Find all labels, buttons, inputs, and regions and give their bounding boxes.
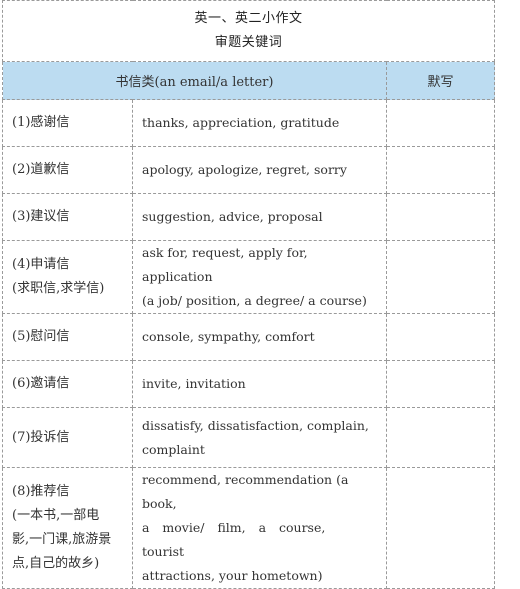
letter-type-text: (3)建议信 <box>12 209 70 224</box>
table-row: (8)推荐信 (一本书,一部电 影,一门课,旅游景 点,自己的故乡) recommend… <box>2 467 496 589</box>
letter-type-cell: (1)感谢信 <box>2 99 133 147</box>
dictation-cell[interactable] <box>385 360 496 408</box>
keywords-cell: dissatisfy, dissatisfaction, complain, co… <box>132 407 387 468</box>
keywords-text: thanks, appreciation, gratitude <box>142 115 340 130</box>
table-row: (5)慰问信 console, sympathy, comfort <box>2 313 496 361</box>
keywords-text: a movie/ film, a course, tourist <box>142 520 326 559</box>
keywords-cell: invite, invitation <box>132 360 387 408</box>
table-row: (1)感谢信 thanks, appreciation, gratitude <box>2 99 496 147</box>
dictation-cell[interactable] <box>385 467 496 589</box>
keyword-table: 英一、英二小作文 审题关键词 书信类(an email/a letter) 默写… <box>1 0 496 589</box>
keywords-cell: console, sympathy, comfort <box>132 313 387 361</box>
dictation-cell[interactable] <box>385 99 496 147</box>
letter-type-text: (7)投诉信 <box>12 429 70 445</box>
letter-type-text: (1)感谢信 <box>12 115 70 130</box>
table-row: (4)申请信 (求职信,求学信) ask for, request, apply f… <box>2 240 496 314</box>
dictation-cell[interactable] <box>385 407 496 468</box>
title-line-2: 审题关键词 <box>214 35 283 50</box>
letter-type-cell: (8)推荐信 (一本书,一部电 影,一门课,旅游景 点,自己的故乡) <box>2 467 133 589</box>
table-title: 英一、英二小作文 审题关键词 <box>1 0 496 62</box>
keywords-cell: ask for, request, apply for, application… <box>132 240 387 314</box>
table-row: (3)建议信 suggestion, advice, proposal <box>2 193 496 241</box>
keywords-text: attractions, your hometown) <box>142 568 323 583</box>
keywords-text: complaint <box>142 441 205 457</box>
table-row: (6)邀请信 invite, invitation <box>2 360 496 408</box>
table-body: (1)感谢信 thanks, appreciation, gratitude (2)… <box>2 99 496 589</box>
letter-type-cell: (7)投诉信 <box>2 407 133 468</box>
keywords-text: recommend, recommendation (a book, <box>142 472 349 511</box>
keywords-cell: thanks, appreciation, gratitude <box>132 99 387 147</box>
category-header: 书信类(an email/a letter) <box>2 61 387 100</box>
letter-type-cell: (4)申请信 (求职信,求学信) <box>2 240 133 314</box>
keywords-text: apology, apologize, regret, sorry <box>142 162 347 177</box>
letter-type-cell: (2)道歉信 <box>2 146 133 194</box>
letter-type-text: 点,自己的故乡) <box>12 556 100 571</box>
worksheet-page: 英一、英二小作文 审题关键词 书信类(an email/a letter) 默写… <box>0 0 520 589</box>
keywords-cell: suggestion, advice, proposal <box>132 193 387 241</box>
keywords-cell: recommend, recommendation (a book, a movi… <box>132 467 387 589</box>
table-row: (2)道歉信 apology, apologize, regret, sorry <box>2 146 496 194</box>
letter-type-text: (2)道歉信 <box>12 162 70 177</box>
letter-type-cell: (3)建议信 <box>2 193 133 241</box>
letter-type-text: (6)邀请信 <box>12 376 70 391</box>
letter-type-text: (求职信,求学信) <box>12 281 105 296</box>
title-line-1: 英一、英二小作文 <box>194 11 303 26</box>
letter-type-cell: (6)邀请信 <box>2 360 133 408</box>
title-row: 英一、英二小作文 审题关键词 <box>1 0 496 62</box>
dictation-cell[interactable] <box>385 193 496 241</box>
letter-type-text: (8)推荐信 <box>12 484 70 499</box>
dictation-cell[interactable] <box>385 240 496 314</box>
letter-type-text: (4)申请信 <box>12 257 70 272</box>
keywords-text: console, sympathy, comfort <box>142 329 315 344</box>
dictation-cell[interactable] <box>385 313 496 361</box>
keywords-text: (a job/ position, a degree/ a course) <box>142 293 367 308</box>
letter-type-text: (一本书,一部电 <box>12 508 100 523</box>
letter-type-cell: (5)慰问信 <box>2 313 133 361</box>
keywords-text: dissatisfy, dissatisfaction, complain, <box>142 417 369 433</box>
keywords-text: ask for, request, apply for, application <box>142 245 308 284</box>
dictation-header: 默写 <box>385 61 496 100</box>
letter-type-text: (5)慰问信 <box>12 329 70 344</box>
table-row: (7)投诉信 dissatisfy, dissatisfaction, compl… <box>2 407 496 468</box>
keywords-text: suggestion, advice, proposal <box>142 209 323 224</box>
dictation-cell[interactable] <box>385 146 496 194</box>
header-row: 书信类(an email/a letter) 默写 <box>2 61 496 100</box>
keywords-cell: apology, apologize, regret, sorry <box>132 146 387 194</box>
letter-type-text: 影,一门课,旅游景 <box>12 532 112 547</box>
keywords-text: invite, invitation <box>142 376 246 391</box>
